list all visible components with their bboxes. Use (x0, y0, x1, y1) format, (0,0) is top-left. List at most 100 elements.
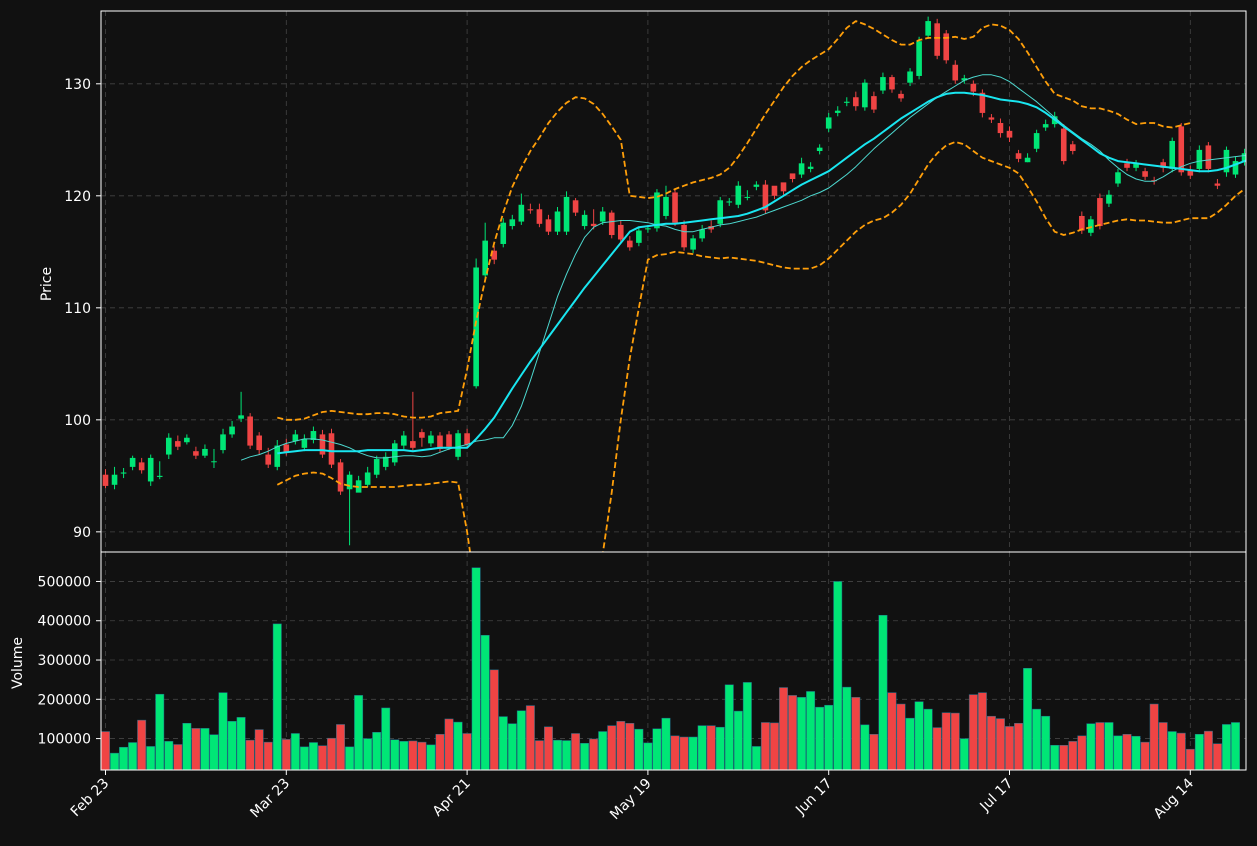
candle-body (1142, 171, 1148, 177)
candle-body (464, 433, 470, 445)
candle-body (880, 77, 886, 91)
candle (672, 189, 678, 227)
volume-bar (598, 731, 608, 770)
candle-body (346, 474, 353, 490)
volume-bar (516, 710, 526, 770)
volume-bar (1203, 730, 1213, 770)
volume-bar (272, 623, 282, 770)
candle-body (753, 184, 760, 187)
volume-bar (815, 706, 825, 770)
volume-y-tick-label: 300000 (38, 653, 91, 669)
volume-bar (932, 727, 942, 770)
candle (247, 413, 253, 449)
candle (934, 18, 940, 60)
volume-bar (435, 734, 445, 770)
volume-bar (553, 739, 562, 770)
volume-bar (299, 746, 309, 770)
chart-svg: 90 100 110 120 130 Price 100000 200000 300000 4… (0, 0, 1257, 842)
candle-body (274, 445, 281, 467)
volume-bar (724, 684, 734, 770)
volume-bar (417, 741, 427, 770)
candle-body (473, 267, 479, 387)
candle (862, 79, 868, 111)
candle-body (952, 64, 959, 81)
volume-bar (336, 724, 345, 770)
candle-body (690, 238, 696, 250)
candle-body (735, 185, 742, 205)
candle-body (627, 240, 633, 248)
volume-bar (1140, 741, 1150, 770)
candle-body (1069, 144, 1076, 152)
candle-body (1169, 140, 1176, 169)
volume-bar (381, 707, 391, 770)
volume-bar (1059, 745, 1069, 770)
candle-body (455, 433, 461, 457)
volume-bar (146, 746, 156, 770)
candle-body (518, 204, 525, 222)
candle-body (1106, 194, 1112, 204)
candle-body (1006, 130, 1013, 138)
volume-bar (824, 704, 834, 770)
candle-body (364, 472, 371, 485)
volume-bar (986, 715, 996, 770)
candle-body (925, 21, 931, 36)
volume-bar (534, 740, 544, 770)
price-y-tick-label: 130 (64, 77, 91, 93)
volume-bar (887, 692, 897, 770)
volume-bar (155, 693, 165, 770)
candle-body (401, 435, 407, 446)
volume-bar (399, 741, 409, 770)
volume-y-tick-label: 200000 (38, 692, 91, 708)
candle-body (834, 110, 841, 113)
volume-bar (236, 717, 246, 770)
volume-bar (625, 723, 635, 770)
volume-bar (507, 723, 517, 770)
volume-bar (453, 721, 463, 770)
volume-bar (571, 733, 581, 770)
volume-bar (1167, 731, 1177, 770)
volume-bar (697, 725, 707, 770)
candlestick-volume-chart: 90 100 110 120 130 Price 100000 200000 300000 4… (0, 0, 1257, 842)
volume-bar (616, 721, 626, 770)
volume-bar (101, 731, 110, 770)
candle-body (527, 209, 534, 211)
candle-body (410, 441, 416, 448)
volume-bar (670, 735, 680, 770)
volume-bar (706, 725, 716, 770)
candle-body (229, 426, 235, 435)
volume-bar (390, 739, 400, 770)
volume-bar (263, 741, 273, 770)
volume-bar (354, 695, 364, 770)
volume-bar (842, 686, 852, 770)
candle-body (717, 200, 724, 224)
volume-bar (869, 734, 879, 770)
candle-body (816, 147, 823, 152)
volume-bar (245, 739, 255, 770)
candle-body (798, 163, 805, 175)
volume-bar (878, 614, 888, 770)
volume-bar (1122, 734, 1132, 770)
volume-bar (119, 746, 129, 770)
volume-bar (1041, 715, 1051, 770)
volume-bar (498, 716, 508, 770)
candle-body (156, 475, 163, 477)
volume-bar (525, 705, 535, 770)
volume-bar (290, 733, 300, 770)
candle-body (699, 229, 705, 239)
volume-bar (345, 746, 355, 770)
volume-bar (1113, 735, 1123, 770)
volume-bar (363, 738, 373, 770)
volume-bar (227, 721, 237, 770)
candle-body (247, 416, 253, 446)
volume-bar (760, 722, 770, 770)
volume-bar (110, 752, 119, 770)
candle-body (672, 192, 678, 223)
candle (337, 459, 344, 495)
candle-body (1214, 183, 1221, 186)
candle-body (1060, 128, 1067, 162)
volume-bar (806, 691, 816, 770)
candle-body (419, 432, 425, 438)
candle-body (509, 219, 516, 227)
volume-bar (688, 736, 698, 770)
volume-bar (562, 740, 571, 770)
